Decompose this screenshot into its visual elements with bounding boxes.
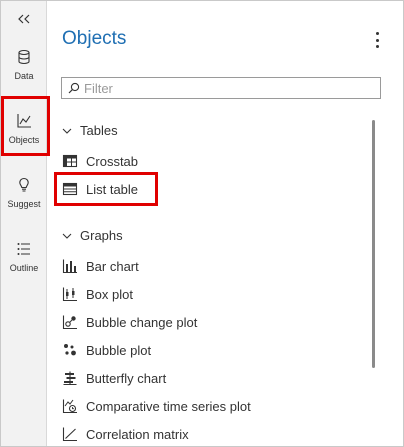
chevron-down-icon (62, 233, 72, 239)
object-item-crosstab[interactable]: Crosstab (62, 150, 138, 172)
group-label: Tables (80, 123, 118, 138)
correlation-matrix-icon (62, 427, 77, 442)
object-item-label: Bar chart (86, 258, 139, 274)
rail-item-data[interactable]: Data (1, 41, 47, 97)
group-label: Graphs (80, 228, 123, 243)
rail-item-suggest[interactable]: Suggest (1, 169, 47, 225)
search-icon (68, 82, 80, 94)
box-plot-icon (62, 287, 77, 302)
object-item-bubble-plot[interactable]: Bubble plot (62, 339, 151, 361)
rail-item-label: Data (14, 71, 34, 81)
group-header-tables[interactable]: Tables (62, 123, 118, 138)
group-header-graphs[interactable]: Graphs (62, 228, 123, 243)
chevron-down-icon (62, 128, 72, 134)
list-table-icon (62, 182, 78, 196)
object-item-bubble-change-plot[interactable]: Bubble change plot (62, 311, 197, 333)
object-item-correlation-matrix[interactable]: Correlation matrix (62, 423, 189, 445)
kebab-menu-icon (375, 32, 379, 35)
comparative-time-series-icon (62, 399, 77, 414)
rail-item-label: Objects (8, 135, 40, 145)
double-chevron-left-icon (18, 14, 30, 24)
object-item-bar-chart[interactable]: Bar chart (62, 255, 139, 277)
lightbulb-icon (19, 177, 29, 192)
collapse-pane-button[interactable] (14, 9, 34, 29)
butterfly-chart-icon (63, 371, 77, 386)
object-item-butterfly-chart[interactable]: Butterfly chart (62, 367, 166, 389)
rail-item-label: Outline (9, 263, 39, 273)
navigation-rail: Data Objects Suggest Outline (1, 1, 47, 446)
object-item-label: Bubble change plot (86, 314, 198, 330)
database-icon (18, 49, 30, 65)
object-item-label: Correlation matrix (86, 426, 189, 442)
bar-chart-icon (62, 259, 77, 274)
bubble-change-plot-icon (62, 315, 77, 330)
more-options-button[interactable] (372, 30, 382, 50)
object-item-label: Crosstab (86, 153, 139, 169)
filter-input[interactable] (84, 80, 364, 96)
object-item-label: Box plot (86, 286, 133, 302)
crosstab-icon (62, 154, 78, 168)
object-item-label: Butterfly chart (86, 370, 167, 386)
line-chart-icon (17, 114, 31, 128)
rail-item-objects[interactable]: Objects (1, 105, 47, 161)
objects-pane-frame (0, 0, 404, 447)
rail-item-label: Suggest (7, 199, 41, 209)
object-item-label: List table (86, 181, 139, 197)
object-item-box-plot[interactable]: Box plot (62, 283, 133, 305)
object-item-list-table[interactable]: List table (62, 178, 138, 200)
object-item-label: Comparative time series plot (86, 398, 251, 414)
object-item-comparative-time-series-plot[interactable]: Comparative time series plot (62, 395, 251, 417)
filter-field[interactable] (61, 77, 381, 99)
list-icon (17, 243, 30, 255)
vertical-scrollbar[interactable] (372, 120, 375, 368)
bubble-plot-icon (64, 344, 76, 356)
rail-item-outline[interactable]: Outline (1, 233, 47, 289)
page-title: Objects (62, 28, 127, 49)
object-item-label: Bubble plot (86, 342, 152, 358)
